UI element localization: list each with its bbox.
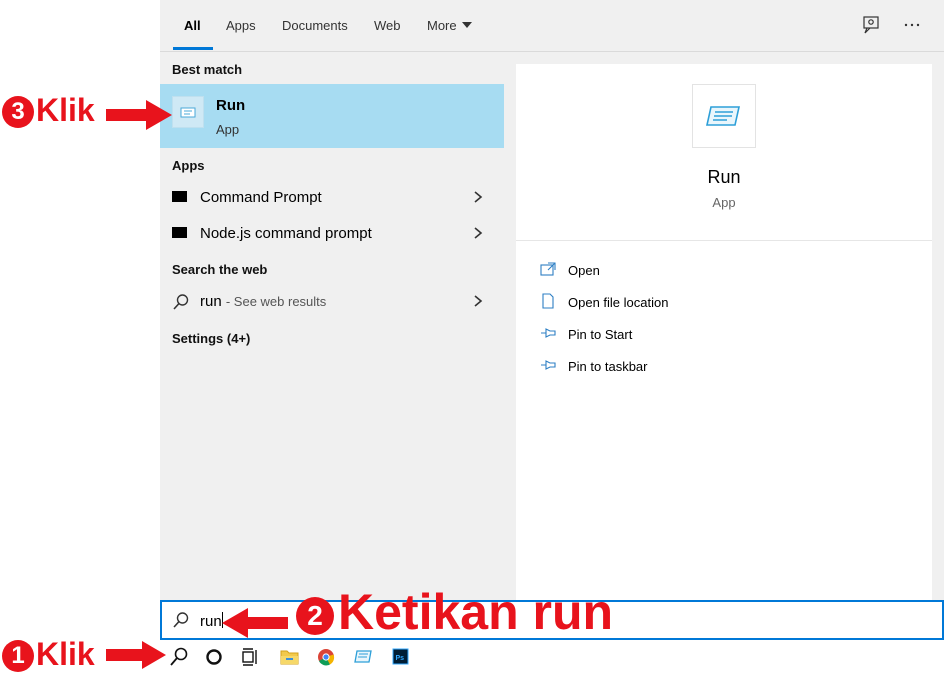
chrome-icon[interactable] — [309, 644, 343, 670]
step-number-badge: 1 — [2, 640, 34, 672]
search-icon — [173, 294, 189, 310]
preview-app-name: Run — [707, 167, 741, 187]
cortana-icon[interactable] — [197, 644, 231, 670]
command-prompt-icon — [172, 227, 187, 238]
annotation-text: Klik — [36, 636, 95, 672]
list-item-label: Command Prompt — [200, 189, 322, 206]
chevron-right-icon[interactable] — [472, 293, 484, 309]
best-match-item[interactable]: Run App — [160, 84, 504, 148]
search-web-heading: Search the web — [172, 262, 268, 277]
list-item-command-prompt[interactable]: Command Prompt — [160, 181, 504, 215]
best-match-title: Run — [216, 97, 246, 114]
pin-icon — [541, 360, 556, 370]
action-label: Open — [568, 263, 600, 278]
list-item-nodejs-command-prompt[interactable]: Node.js command prompt — [160, 217, 504, 251]
run-app-icon — [692, 84, 756, 148]
step-number-badge: 2 — [296, 597, 334, 635]
search-icon — [173, 612, 189, 628]
feedback-icon[interactable] — [860, 14, 882, 36]
search-input-value: run — [200, 613, 222, 630]
chevron-right-icon[interactable] — [472, 189, 484, 205]
arrow-right-icon — [106, 100, 172, 130]
search-panel: All Apps Documents Web More Best match R… — [160, 0, 944, 600]
pin-icon — [541, 328, 556, 338]
tab-documents[interactable]: Documents — [282, 18, 348, 33]
command-prompt-icon — [172, 191, 187, 202]
results-list: Best match Run App Apps Command Prompt N… — [160, 52, 504, 600]
open-icon — [540, 262, 556, 276]
run-icon[interactable] — [346, 644, 380, 670]
file-explorer-icon[interactable] — [272, 644, 306, 670]
annotation-step-1: 1 Klik — [2, 638, 95, 672]
photoshop-icon[interactable]: Ps — [383, 644, 417, 670]
arrow-left-icon — [222, 608, 288, 638]
settings-heading[interactable]: Settings (4+) — [172, 331, 250, 346]
file-location-icon — [542, 293, 554, 309]
web-result-text: run - See web results — [200, 293, 326, 310]
best-match-subtitle: App — [216, 122, 240, 137]
apps-heading: Apps — [172, 158, 205, 173]
tab-apps[interactable]: Apps — [226, 18, 256, 33]
preview-pane: Run App Open Open file location Pin to S… — [516, 64, 932, 600]
web-result-suffix: - See web results — [225, 294, 327, 309]
search-input[interactable]: run — [200, 612, 223, 630]
action-label: Pin to Start — [568, 327, 633, 342]
tab-more[interactable]: More — [427, 18, 472, 33]
tab-more-label: More — [427, 18, 457, 33]
arrow-right-icon — [106, 641, 166, 669]
more-options-icon[interactable] — [901, 14, 923, 36]
run-app-icon — [172, 96, 204, 128]
web-result-query: run — [200, 293, 222, 310]
task-view-icon[interactable] — [233, 644, 267, 670]
divider — [516, 240, 932, 241]
annotation-step-3: 3 Klik — [2, 94, 95, 128]
filter-bar: All Apps Documents Web More — [160, 0, 944, 52]
chevron-right-icon[interactable] — [472, 225, 484, 241]
annotation-step-2: 2 Ketikan run — [296, 587, 613, 637]
search-icon[interactable] — [162, 644, 196, 670]
best-match-heading: Best match — [172, 62, 243, 77]
annotation-text: Ketikan run — [338, 584, 614, 640]
chevron-down-icon — [461, 22, 472, 28]
action-label: Open file location — [568, 295, 669, 310]
active-tab-indicator — [173, 47, 213, 50]
svg-text:Ps: Ps — [396, 655, 405, 662]
web-result-item[interactable]: run - See web results — [160, 285, 504, 319]
step-number-badge: 3 — [2, 96, 34, 128]
annotation-text: Klik — [36, 92, 95, 128]
list-item-label: Node.js command prompt — [200, 225, 372, 242]
tab-web[interactable]: Web — [374, 18, 401, 33]
action-label: Pin to taskbar — [568, 359, 648, 374]
taskbar: Ps — [160, 640, 944, 673]
preview-app-type: App — [712, 195, 736, 210]
tab-all[interactable]: All — [184, 18, 201, 33]
